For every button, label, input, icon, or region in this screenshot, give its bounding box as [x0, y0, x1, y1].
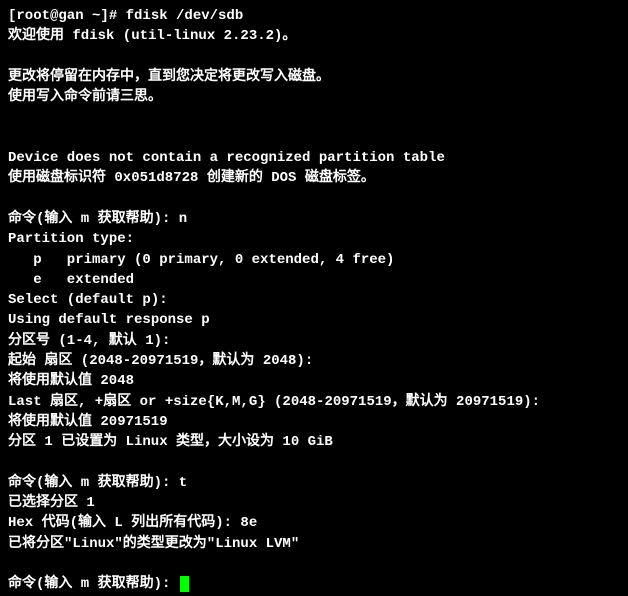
terminal-prompt-line[interactable]: 命令(输入 m 获取帮助):: [8, 574, 620, 594]
prompt-text: 命令(输入 m 获取帮助):: [8, 576, 179, 592]
terminal-line: [8, 189, 620, 209]
terminal-line: p primary (0 primary, 0 extended, 4 free…: [8, 250, 620, 270]
terminal-line: 已将分区"Linux"的类型更改为"Linux LVM": [8, 534, 620, 554]
terminal-line: 命令(输入 m 获取帮助): t: [8, 473, 620, 493]
terminal-line: 已选择分区 1: [8, 493, 620, 513]
terminal-line: 起始 扇区 (2048-20971519，默认为 2048):: [8, 351, 620, 371]
terminal-line: [8, 453, 620, 473]
terminal-line: 命令(输入 m 获取帮助): n: [8, 209, 620, 229]
terminal-line: Device does not contain a recognized par…: [8, 148, 620, 168]
terminal-line: [8, 47, 620, 67]
terminal-line: [8, 107, 620, 127]
terminal-line: 将使用默认值 20971519: [8, 412, 620, 432]
terminal-line: [root@gan ~]# fdisk /dev/sdb: [8, 6, 620, 26]
cursor-block-icon: [180, 576, 189, 592]
terminal-line: 分区号 (1-4, 默认 1):: [8, 331, 620, 351]
terminal-line: 使用磁盘标识符 0x051d8728 创建新的 DOS 磁盘标签。: [8, 168, 620, 188]
terminal-line: 分区 1 已设置为 Linux 类型，大小设为 10 GiB: [8, 432, 620, 452]
terminal-line: Select (default p):: [8, 290, 620, 310]
terminal-line: 欢迎使用 fdisk (util-linux 2.23.2)。: [8, 26, 620, 46]
terminal-line: [8, 554, 620, 574]
terminal[interactable]: [root@gan ~]# fdisk /dev/sdb 欢迎使用 fdisk …: [8, 6, 620, 595]
terminal-line: 将使用默认值 2048: [8, 371, 620, 391]
terminal-line: Hex 代码(输入 L 列出所有代码): 8e: [8, 513, 620, 533]
terminal-line: 使用写入命令前请三思。: [8, 87, 620, 107]
terminal-line: Partition type:: [8, 229, 620, 249]
terminal-line: [8, 128, 620, 148]
terminal-line: 更改将停留在内存中，直到您决定将更改写入磁盘。: [8, 67, 620, 87]
terminal-line: Last 扇区, +扇区 or +size{K,M,G} (2048-20971…: [8, 392, 620, 412]
terminal-line: e extended: [8, 270, 620, 290]
terminal-line: Using default response p: [8, 310, 620, 330]
